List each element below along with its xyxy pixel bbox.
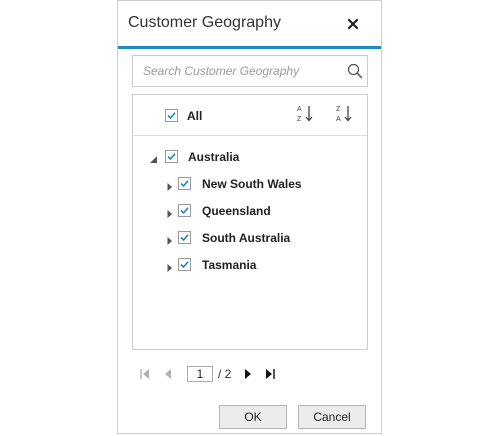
tree-checkbox-australia[interactable] xyxy=(165,150,178,163)
tree-checkbox-new-south-wales[interactable] xyxy=(178,177,191,190)
next-page-icon xyxy=(245,369,251,379)
close-icon xyxy=(347,18,359,30)
last-page-icon xyxy=(266,369,275,379)
check-icon xyxy=(167,153,176,161)
svg-text:A: A xyxy=(336,116,341,123)
collapse-toggle[interactable] xyxy=(149,152,159,163)
tree-checkbox-south-australia[interactable] xyxy=(178,231,191,244)
previous-page-icon xyxy=(165,369,171,379)
expand-toggle[interactable] xyxy=(165,260,175,272)
search-input[interactable] xyxy=(133,56,339,86)
check-icon xyxy=(180,207,189,215)
select-all-checkbox[interactable] xyxy=(165,109,178,122)
tree-checkbox-tasmania[interactable] xyxy=(178,258,191,271)
cancel-button[interactable]: Cancel xyxy=(298,405,366,429)
first-page-icon xyxy=(140,369,149,379)
select-all-label: All xyxy=(187,109,203,123)
dialog-header: Customer Geography xyxy=(118,1,381,49)
tree-label: South Australia xyxy=(202,231,291,245)
first-page-button[interactable] xyxy=(138,367,152,381)
dialog-title: Customer Geography xyxy=(128,14,281,31)
triangle-expanded-icon xyxy=(150,156,157,163)
svg-text:Z: Z xyxy=(297,116,302,123)
triangle-collapsed-icon xyxy=(167,183,172,191)
tree-label: Tasmania xyxy=(202,258,257,272)
sort-ascending-icon: A Z xyxy=(297,106,313,123)
tree-label: Australia xyxy=(188,150,240,164)
list-toolbar: All A Z Z A xyxy=(133,95,367,136)
member-editor-dialog: Customer Geography All A Z xyxy=(117,0,382,434)
page-number-input[interactable] xyxy=(187,366,213,382)
check-icon xyxy=(180,234,189,242)
page-total: / 2 xyxy=(218,367,232,381)
check-icon xyxy=(180,261,189,269)
ok-button[interactable]: OK xyxy=(219,405,287,429)
close-button[interactable] xyxy=(342,13,364,35)
check-icon xyxy=(167,112,176,120)
search-box xyxy=(132,55,368,87)
search-icon[interactable] xyxy=(347,63,363,79)
check-icon xyxy=(180,180,189,188)
svg-text:Z: Z xyxy=(336,106,341,113)
triangle-collapsed-icon xyxy=(167,264,172,272)
triangle-collapsed-icon xyxy=(167,237,172,245)
tree-label: New South Wales xyxy=(202,177,302,191)
expand-toggle[interactable] xyxy=(165,206,175,218)
last-page-button[interactable] xyxy=(263,367,277,381)
sort-descending-icon: Z A xyxy=(336,106,352,123)
previous-page-button[interactable] xyxy=(161,367,175,381)
triangle-collapsed-icon xyxy=(167,210,172,218)
sort-ascending-button[interactable]: A Z xyxy=(295,103,317,125)
sort-descending-button[interactable]: Z A xyxy=(334,103,356,125)
tree-label: Queensland xyxy=(202,204,271,218)
member-list-panel: All A Z Z A Australia New South Wales Qu… xyxy=(132,94,368,350)
expand-toggle[interactable] xyxy=(165,233,175,245)
next-page-button[interactable] xyxy=(241,367,255,381)
svg-text:A: A xyxy=(297,106,302,113)
tree-checkbox-queensland[interactable] xyxy=(178,204,191,217)
expand-toggle[interactable] xyxy=(165,179,175,191)
